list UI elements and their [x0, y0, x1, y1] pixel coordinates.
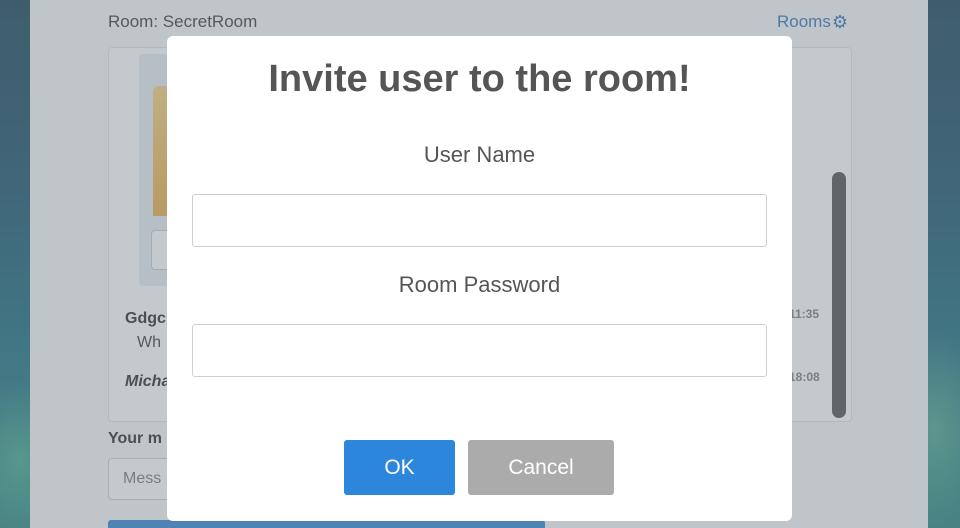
ok-button[interactable]: OK	[344, 440, 455, 495]
cancel-button[interactable]: Cancel	[468, 440, 614, 495]
room-password-input[interactable]	[192, 324, 767, 377]
user-name-label: User Name	[423, 142, 536, 167]
user-name-input[interactable]	[192, 194, 767, 247]
invite-user-dialog: Invite user to the room! User Name Room …	[167, 36, 792, 521]
dialog-title: Invite user to the room!	[268, 58, 691, 100]
room-password-label: Room Password	[398, 272, 561, 297]
